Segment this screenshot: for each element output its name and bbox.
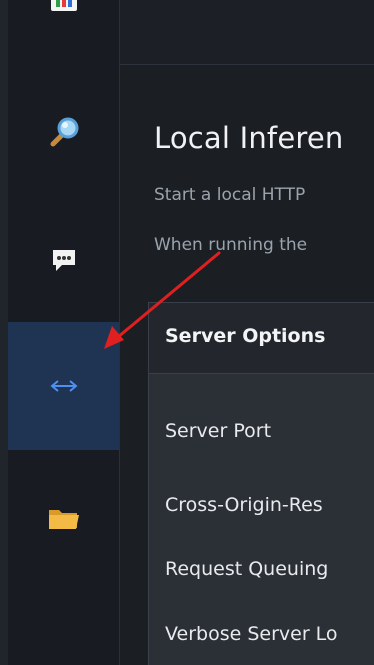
panel-header: Server Options (149, 303, 374, 374)
option-server-port: Server Port (165, 420, 272, 442)
sidebar-item-search[interactable] (8, 82, 119, 182)
chat-icon (52, 250, 75, 271)
folder-icon (48, 510, 79, 529)
sidebar-item-chat[interactable] (8, 210, 119, 310)
sidebar-item-chart[interactable] (8, 0, 119, 48)
top-bar (120, 0, 374, 65)
option-request-queuing: Request Queuing (165, 558, 329, 580)
app-window: Local Inferen Start a local HTTP When ru… (0, 0, 374, 665)
chart-icon (50, 0, 77, 11)
panel-header-title: Server Options (165, 325, 326, 347)
server-arrows-icon (49, 380, 78, 392)
sidebar (8, 0, 120, 665)
page-description-note: When running the (154, 235, 308, 255)
page-description: Start a local HTTP (154, 185, 306, 205)
sidebar-item-folder[interactable] (8, 468, 119, 568)
option-verbose-logging: Verbose Server Lo (165, 623, 338, 645)
sidebar-item-local-server[interactable] (8, 322, 119, 450)
main-content: Local Inferen Start a local HTTP When ru… (120, 0, 374, 665)
page-title: Local Inferen (154, 121, 344, 155)
search-icon (50, 117, 78, 147)
window-edge (0, 0, 8, 665)
server-options-panel: Server Options Server Port Cross-Origin-… (148, 302, 374, 665)
option-cors: Cross-Origin-Res (165, 494, 323, 516)
